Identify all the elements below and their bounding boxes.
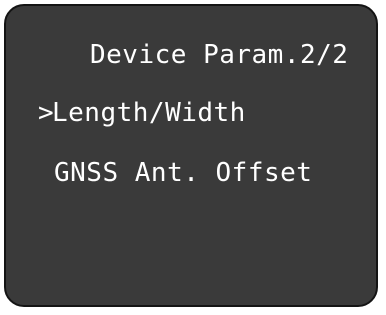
menu-item-label: Length/Width: [52, 98, 246, 128]
menu-item-length-width[interactable]: >Length/Width: [38, 98, 246, 128]
page-title: Device Param.2/2: [90, 40, 349, 70]
menu-item-gnss-ant-offset[interactable]: GNSS Ant. Offset: [54, 158, 312, 188]
menu-item-label: GNSS Ant. Offset: [54, 158, 313, 188]
selection-cursor-icon: >: [38, 98, 55, 128]
device-screen: Device Param.2/2 >Length/Width GNSS Ant.…: [4, 4, 378, 307]
